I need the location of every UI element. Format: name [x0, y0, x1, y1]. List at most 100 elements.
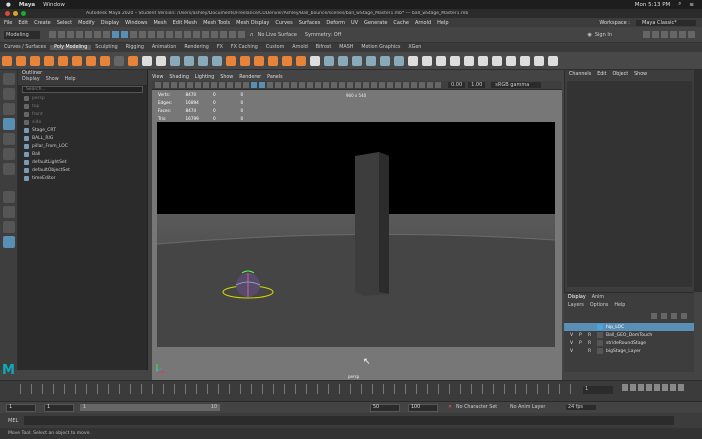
exposure-field[interactable]: 0.00	[448, 82, 466, 88]
status-tool-icon[interactable]	[94, 31, 101, 38]
mac-app-menu[interactable]: Maya	[19, 2, 35, 8]
outliner-search-input[interactable]: Search...	[22, 86, 143, 93]
layer-color-swatch[interactable]	[597, 340, 603, 346]
shelf-tool-icon[interactable]	[114, 55, 124, 66]
viewport-tool-icon[interactable]	[259, 82, 265, 88]
layer-row[interactable]: hip_LOC	[564, 323, 694, 331]
end-frame-field[interactable]: 100	[408, 403, 438, 412]
status-tool-icon[interactable]	[112, 31, 119, 38]
viewport-menu-view[interactable]: View	[152, 75, 163, 80]
user-icon[interactable]: ◉	[587, 32, 591, 38]
shelf-tool-icon[interactable]	[338, 55, 348, 66]
menu-list-icon[interactable]: ≡	[689, 2, 694, 8]
viewport-tool-icon[interactable]	[323, 82, 329, 88]
shelf-tab[interactable]: Arnold	[288, 45, 312, 50]
layer-tab[interactable]: Anim	[592, 295, 604, 300]
viewport-tool-icon[interactable]	[307, 82, 313, 88]
viewport-tool-icon[interactable]	[339, 82, 345, 88]
panel-toggle-icon[interactable]	[661, 31, 668, 38]
shelf-tool-icon[interactable]	[436, 55, 446, 66]
shelf-tool-icon[interactable]	[184, 55, 194, 66]
panel-toggle-icon[interactable]	[670, 31, 677, 38]
outliner-item[interactable]: Ball	[18, 150, 147, 158]
mode-select[interactable]: Modeling	[4, 30, 40, 39]
panel-toggle-icon[interactable]	[643, 31, 650, 38]
channel-box-body[interactable]	[567, 81, 692, 287]
viewport-tool-icon[interactable]	[243, 82, 249, 88]
menu-select[interactable]: Select	[57, 20, 72, 26]
range-end-field[interactable]: 50	[370, 403, 400, 412]
viewport-tool-icon[interactable]	[195, 82, 201, 88]
status-tool-icon[interactable]	[121, 31, 128, 38]
scale-tool-icon[interactable]	[3, 148, 15, 160]
viewport-tool-icon[interactable]	[227, 82, 233, 88]
shelf-tool-icon[interactable]	[58, 55, 68, 66]
shelf-tool-icon[interactable]	[86, 55, 96, 66]
viewport-tool-icon[interactable]	[283, 82, 289, 88]
status-tool-icon[interactable]	[148, 31, 155, 38]
viewport-tool-icon[interactable]	[179, 82, 185, 88]
shelf-tool-icon[interactable]	[128, 55, 138, 66]
shelf-tab[interactable]: MASH	[335, 45, 357, 50]
status-tool-icon[interactable]	[85, 31, 92, 38]
menu-mesh-tools[interactable]: Mesh Tools	[203, 20, 230, 26]
search-icon[interactable]: ⌕	[678, 1, 681, 8]
range-start-field[interactable]: 1	[44, 403, 74, 412]
shelf-tool-icon[interactable]	[506, 55, 516, 66]
shelf-tab[interactable]: Sculpting	[91, 45, 121, 50]
shelf-tool-icon[interactable]	[492, 55, 502, 66]
menu-generate[interactable]: Generate	[364, 20, 387, 26]
layer-up-icon[interactable]	[651, 313, 657, 319]
move-tool-icon[interactable]	[3, 118, 15, 130]
outliner-menu-show[interactable]: Show	[46, 77, 59, 85]
outliner-item[interactable]: pillar_From_LOC	[18, 142, 147, 150]
time-ticks[interactable]	[20, 384, 575, 394]
last-tool-icon[interactable]	[3, 163, 15, 175]
viewport-tool-icon[interactable]	[427, 82, 433, 88]
outliner-item[interactable]: Stage_CRT	[18, 126, 147, 134]
menu-display[interactable]: Display	[101, 20, 119, 26]
step-back-icon[interactable]	[638, 384, 644, 391]
shelf-tool-icon[interactable]	[352, 55, 362, 66]
menu-file[interactable]: File	[4, 20, 12, 26]
layer-menu-help[interactable]: Help	[614, 303, 625, 308]
shelf-tool-icon[interactable]	[324, 55, 334, 66]
shelf-tab[interactable]: XGen	[404, 45, 425, 50]
viewport-menu-shading[interactable]: Shading	[169, 75, 189, 80]
shelf-tab[interactable]: Rigging	[122, 45, 148, 50]
shelf-tab[interactable]: FX Caching	[227, 45, 262, 50]
status-tool-icon[interactable]	[229, 31, 236, 38]
shelf-tool-icon[interactable]	[226, 55, 236, 66]
layer-toggle-v[interactable]: V	[570, 333, 579, 338]
shelf-tool-icon[interactable]	[156, 55, 166, 66]
outliner-item[interactable]: defaultLightSet	[18, 158, 147, 166]
character-set-select[interactable]: No Character Set	[456, 405, 506, 410]
mel-label[interactable]: MEL	[8, 418, 18, 424]
viewport-menu-lighting[interactable]: Lighting	[195, 75, 214, 80]
select-tool-icon[interactable]	[3, 73, 15, 85]
shelf-tool-icon[interactable]	[520, 55, 530, 66]
layer-row[interactable]: V P R Ball_GEO_DomTouch	[564, 331, 694, 339]
shelf-tool-icon[interactable]	[366, 55, 376, 66]
sign-in-button[interactable]: Sign In	[595, 32, 612, 38]
layer-toggle-r[interactable]: R	[588, 333, 597, 338]
outliner-item[interactable]: front	[18, 110, 147, 118]
menu-mesh[interactable]: Mesh	[153, 20, 166, 26]
rotate-tool-icon[interactable]	[3, 133, 15, 145]
status-tool-icon[interactable]	[58, 31, 65, 38]
character-set-icon[interactable]: ✕	[448, 405, 452, 410]
live-surface-label[interactable]: No Live Surface	[258, 32, 297, 38]
status-tool-icon[interactable]	[103, 31, 110, 38]
status-tool-icon[interactable]	[193, 31, 200, 38]
status-tool-icon[interactable]	[211, 31, 218, 38]
outliner-item[interactable]: BALL_RIG	[18, 134, 147, 142]
shelf-tab[interactable]: Curves / Surfaces	[0, 45, 50, 50]
shelf-tool-icon[interactable]	[212, 55, 222, 66]
status-tool-icon[interactable]	[166, 31, 173, 38]
status-tool-icon[interactable]	[49, 31, 56, 38]
viewport-tool-icon[interactable]	[363, 82, 369, 88]
apple-icon[interactable]: ●	[6, 2, 11, 8]
new-layer-selected-icon[interactable]	[681, 313, 687, 319]
layer-toggle-v[interactable]: V	[570, 349, 579, 354]
shelf-tool-icon[interactable]	[478, 55, 488, 66]
